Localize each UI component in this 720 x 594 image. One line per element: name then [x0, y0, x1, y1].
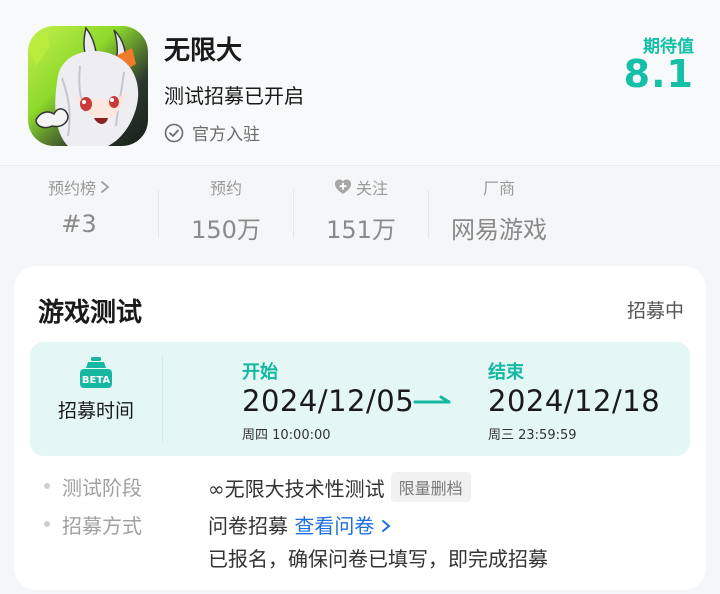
bullet-dot — [44, 521, 50, 527]
arrow-right-icon — [413, 395, 451, 404]
recruit-method-row: 招募方式 问卷招募 查看问卷 已报名，确保问卷已填写，即完成招募 — [44, 510, 548, 572]
stat-follow-value: 151万 — [326, 216, 396, 244]
card-title: 游戏测试 — [38, 298, 143, 328]
stat-ranking[interactable]: 预约榜 #3 — [0, 176, 158, 252]
stat-follow[interactable]: 关注 151万 — [294, 176, 428, 252]
stat-reservations-value: 150万 — [191, 216, 261, 244]
recruit-method-value: 问卷招募 — [208, 514, 288, 538]
recruit-time-label: 招募时间 — [57, 400, 134, 422]
stat-reservations: 预约 150万 — [159, 176, 293, 252]
stat-ranking-label: 预约榜 — [47, 179, 96, 198]
official-label: 官方入驻 — [192, 125, 260, 145]
anime-character-icon — [28, 26, 139, 146]
end-time: 周三 23:59:59 — [488, 428, 577, 443]
beta-flask-icon: BETA — [80, 357, 112, 388]
app-name: 无限大 — [164, 36, 243, 66]
timebox-divider — [162, 356, 163, 442]
chevron-right-icon — [381, 520, 391, 532]
heart-plus-icon — [334, 179, 351, 194]
start-time: 周四 10:00:00 — [242, 428, 331, 443]
stat-publisher-label: 厂商 — [482, 179, 515, 198]
end-date: 2024/12/18 — [488, 384, 661, 418]
stats-row: 预约榜 #3 预约 150万 关注 151万 厂商 网易游戏 — [0, 176, 720, 252]
stat-reservations-label: 预约 — [209, 179, 242, 198]
recruit-status: 招募中 — [626, 300, 684, 322]
recruit-note: 已报名，确保问卷已填写，即完成招募 — [208, 547, 548, 571]
test-phase-value: ∞无限大技术性测试 — [208, 477, 385, 501]
expect-score: 8.1 — [623, 52, 694, 96]
stat-publisher-value: 网易游戏 — [451, 216, 547, 244]
start-title: 开始 — [242, 362, 278, 383]
stat-publisher[interactable]: 厂商 网易游戏 — [429, 176, 569, 252]
check-circle-icon — [164, 123, 184, 142]
app-header: 无限大 测试招募已开启 官方入驻 期待值 8.1 — [0, 0, 720, 166]
view-questionnaire-link[interactable]: 查看问卷 — [294, 514, 391, 538]
game-test-card: 游戏测试 招募中 BETA 招募时间 开始 2024/12/05 周四 10:0… — [14, 266, 706, 590]
test-phase-row: 测试阶段 ∞无限大技术性测试 限量删档 — [44, 472, 471, 502]
app-icon[interactable] — [28, 26, 148, 146]
stat-follow-label: 关注 — [355, 179, 388, 198]
recruit-time-header: BETA 招募时间 — [30, 342, 162, 456]
start-date: 2024/12/05 — [242, 384, 415, 418]
end-title: 结束 — [488, 362, 524, 383]
beta-badge-text: BETA — [82, 375, 110, 386]
chevron-right-icon — [101, 181, 110, 193]
phase-tag: 限量删档 — [390, 472, 471, 502]
official-badge: 官方入驻 — [164, 120, 260, 145]
recruit-method-label: 招募方式 — [62, 514, 142, 538]
bullet-dot — [44, 483, 50, 489]
app-subtitle: 测试招募已开启 — [164, 84, 304, 108]
recruit-time-box: BETA 招募时间 开始 2024/12/05 周四 10:00:00 结束 2… — [30, 342, 690, 456]
stat-ranking-value: #3 — [61, 210, 97, 238]
test-phase-label: 测试阶段 — [62, 476, 142, 500]
